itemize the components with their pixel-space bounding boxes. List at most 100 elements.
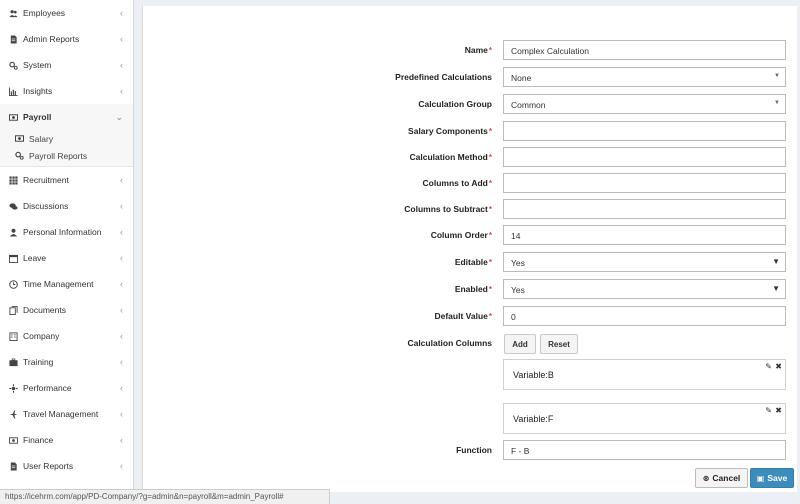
sidebar-item-label: Recruitment (23, 175, 69, 185)
edit-icon[interactable]: ✎ (765, 406, 772, 415)
clock-icon (8, 279, 19, 290)
plane-icon (8, 409, 19, 420)
sidebar-item-recruitment[interactable]: Recruitment ‹ (0, 167, 133, 193)
calc-method-input[interactable] (503, 147, 786, 167)
delete-icon[interactable]: ✖ (775, 406, 782, 415)
caret-down-icon: ▼ (772, 284, 780, 293)
sidebar-item-user-reports[interactable]: User Reports ‹ (0, 453, 133, 479)
row-editable: Editable* Yes ▼ (143, 252, 798, 272)
predefined-label: Predefined Calculations (395, 72, 492, 82)
sidebar-item-finance[interactable]: Finance ‹ (0, 427, 133, 453)
sidebar-item-discussions[interactable]: Discussions ‹ (0, 193, 133, 219)
sidebar-item-label: Performance (23, 383, 72, 393)
default-value-input[interactable]: 0 (503, 306, 786, 326)
variable-item: Variable:B ✎ ✖ (503, 359, 786, 390)
payroll-submenu: Salary Payroll Reports (0, 130, 133, 167)
comments-icon (8, 201, 19, 212)
col-order-input[interactable]: 14 (503, 225, 786, 245)
add-button[interactable]: Add (504, 334, 536, 354)
sidebar-item-documents[interactable]: Documents ‹ (0, 297, 133, 323)
caret-down-icon: ▼ (772, 257, 780, 266)
sidebar-item-travel-management[interactable]: Travel Management ‹ (0, 401, 133, 427)
enabled-select[interactable]: Yes ▼ (503, 279, 786, 299)
row-default-value: Default Value* 0 (143, 306, 798, 326)
delete-icon[interactable]: ✖ (775, 362, 782, 371)
sidebar-item-admin-reports[interactable]: Admin Reports ‹ (0, 26, 133, 52)
cols-add-input[interactable] (503, 173, 786, 193)
sidebar-item-label: Personal Information (23, 227, 102, 237)
sidebar-item-employees[interactable]: Employees ‹ (0, 0, 133, 26)
sidebar-item-label: Company (23, 331, 60, 341)
default-value-label: Default Value* (434, 311, 492, 321)
sidebar-item-company[interactable]: Company ‹ (0, 323, 133, 349)
user-icon (8, 227, 19, 238)
chevron-left-icon: ‹ (120, 383, 123, 393)
caret-down-icon: ▼ (774, 73, 780, 79)
sidebar-item-leave[interactable]: Leave ‹ (0, 245, 133, 271)
sidebar-subitem-label: Salary (29, 133, 54, 144)
chevron-left-icon: ‹ (120, 227, 123, 237)
users-icon (8, 8, 19, 19)
file-icon (8, 461, 19, 472)
sidebar-item-label: Training (23, 357, 54, 367)
editable-select[interactable]: Yes ▼ (503, 252, 786, 272)
file-icon (8, 34, 19, 45)
chevron-left-icon: ‹ (120, 8, 123, 18)
row-enabled: Enabled* Yes ▼ (143, 279, 798, 299)
chevron-left-icon: ‹ (120, 201, 123, 211)
cancel-button[interactable]: ⊗ Cancel (695, 468, 748, 488)
cols-add-label: Columns to Add* (422, 178, 492, 188)
name-label: Name* (464, 45, 492, 55)
sidebar-item-insights[interactable]: Insights ‹ (0, 78, 133, 104)
sidebar-item-time-management[interactable]: Time Management ‹ (0, 271, 133, 297)
bar-chart-icon (8, 86, 19, 97)
sidebar-item-label: Travel Management (23, 409, 99, 419)
chevron-down-icon: ⌄ (115, 112, 123, 122)
sidebar-subitem-payroll-reports[interactable]: Payroll Reports (0, 147, 133, 164)
row-calc-columns: Calculation Columns Add Reset (143, 334, 798, 354)
sidebar-subitem-salary[interactable]: Salary (0, 130, 133, 147)
save-button[interactable]: ▣ Save (750, 468, 794, 488)
sidebar-item-label: Employees (23, 8, 66, 18)
row-function: Function F - B (143, 440, 798, 460)
sidebar-item-personal-information[interactable]: Personal Information ‹ (0, 219, 133, 245)
group-select[interactable]: Common ▼ (503, 94, 786, 114)
form-panel: Name* Complex Calculation Predefined Cal… (142, 6, 797, 492)
edit-icon[interactable]: ✎ (765, 362, 772, 371)
chevron-left-icon: ‹ (120, 461, 123, 471)
chevron-left-icon: ‹ (120, 253, 123, 263)
sidebar-item-label: System (23, 60, 52, 70)
sidebar-item-system[interactable]: System ‹ (0, 52, 133, 78)
sidebar-item-label: Finance (23, 435, 54, 445)
money-icon (14, 133, 25, 144)
sidebar-item-payroll[interactable]: Payroll ⌄ (0, 104, 133, 130)
row-group: Calculation Group Common ▼ (143, 94, 798, 114)
sidebar: Employees ‹ Admin Reports ‹ System ‹ Ins… (0, 0, 134, 504)
chevron-left-icon: ‹ (120, 435, 123, 445)
briefcase-icon (8, 357, 19, 368)
row-calc-method: Calculation Method* (143, 147, 798, 167)
salary-components-input[interactable] (503, 121, 786, 141)
sidebar-item-label: Admin Reports (23, 34, 80, 44)
row-cols-subtract: Columns to Subtract* (143, 199, 798, 219)
cogs-icon (14, 150, 25, 161)
sidebar-item-performance[interactable]: Performance ‹ (0, 375, 133, 401)
chevron-left-icon: ‹ (120, 331, 123, 341)
caret-down-icon: ▼ (774, 100, 780, 106)
sidebar-item-label: User Reports (23, 461, 74, 471)
chevron-left-icon: ‹ (120, 409, 123, 419)
reset-button[interactable]: Reset (540, 334, 578, 354)
sidebar-item-label: Insights (23, 86, 53, 96)
sidebar-subitem-label: Payroll Reports (29, 150, 88, 161)
name-input[interactable]: Complex Calculation (503, 40, 786, 60)
function-input[interactable]: F - B (503, 440, 786, 460)
predefined-select[interactable]: None ▼ (503, 67, 786, 87)
variable-label: Variable:B (513, 370, 554, 380)
save-icon: ▣ (756, 473, 765, 483)
th-icon (8, 175, 19, 186)
sidebar-item-training[interactable]: Training ‹ (0, 349, 133, 375)
chevron-left-icon: ‹ (120, 175, 123, 185)
sidebar-item-label: Payroll (23, 112, 52, 122)
cols-subtract-input[interactable] (503, 199, 786, 219)
function-label: Function (456, 445, 492, 455)
